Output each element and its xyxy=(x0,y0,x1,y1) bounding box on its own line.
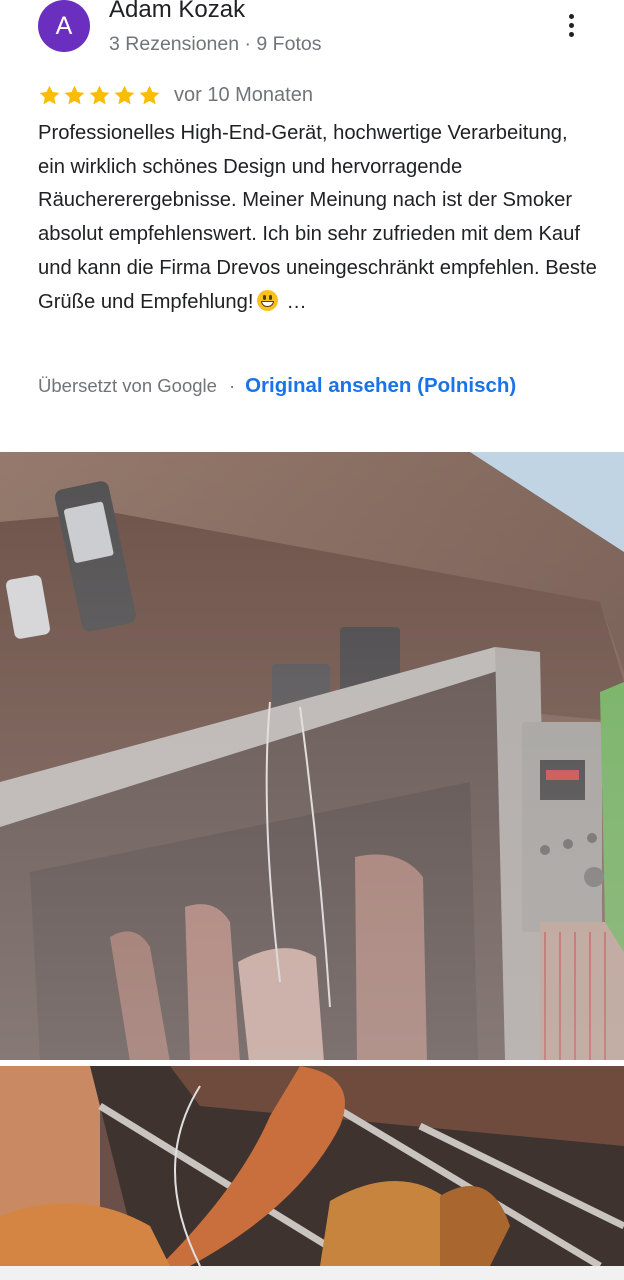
review-body[interactable]: Professionelles High-End-Gerät, hochwert… xyxy=(38,117,598,319)
author-avatar[interactable]: A xyxy=(38,0,90,52)
translation-row: Übersetzt von Google · Original ansehen (P… xyxy=(38,374,516,398)
star-icon xyxy=(139,85,160,104)
translation-note: Übersetzt von Google xyxy=(38,375,217,396)
author-name[interactable]: Adam Kozak xyxy=(109,0,245,24)
separator-dot: · xyxy=(228,375,236,396)
review-photo-meat[interactable] xyxy=(0,1066,624,1266)
smoker-cabinet-photo xyxy=(0,452,624,1060)
review-text: Professionelles High-End-Gerät, hochwert… xyxy=(38,122,597,313)
review-photo-smoker[interactable] xyxy=(0,452,624,1060)
bottom-strip xyxy=(0,1266,624,1280)
star-icon xyxy=(64,85,85,104)
star-icon xyxy=(114,85,135,104)
review-date: vor 10 Monaten xyxy=(174,83,313,106)
author-stats: 3 Rezensionen · 9 Fotos xyxy=(109,33,322,55)
star-rating xyxy=(38,84,161,107)
review-header: A Adam Kozak 3 Rezensionen · 9 Fotos xyxy=(0,0,624,70)
more-vert-icon[interactable] xyxy=(558,14,584,44)
smoked-meat-closeup-photo xyxy=(0,1066,624,1266)
view-original-link[interactable]: Original ansehen (Polnisch) xyxy=(245,374,516,397)
star-icon xyxy=(39,85,60,104)
star-icon xyxy=(89,85,110,104)
read-more-ellipsis[interactable]: … xyxy=(286,291,306,313)
grinning-face-emoji-icon xyxy=(257,289,279,311)
rating-row: vor 10 Monaten xyxy=(38,80,313,110)
